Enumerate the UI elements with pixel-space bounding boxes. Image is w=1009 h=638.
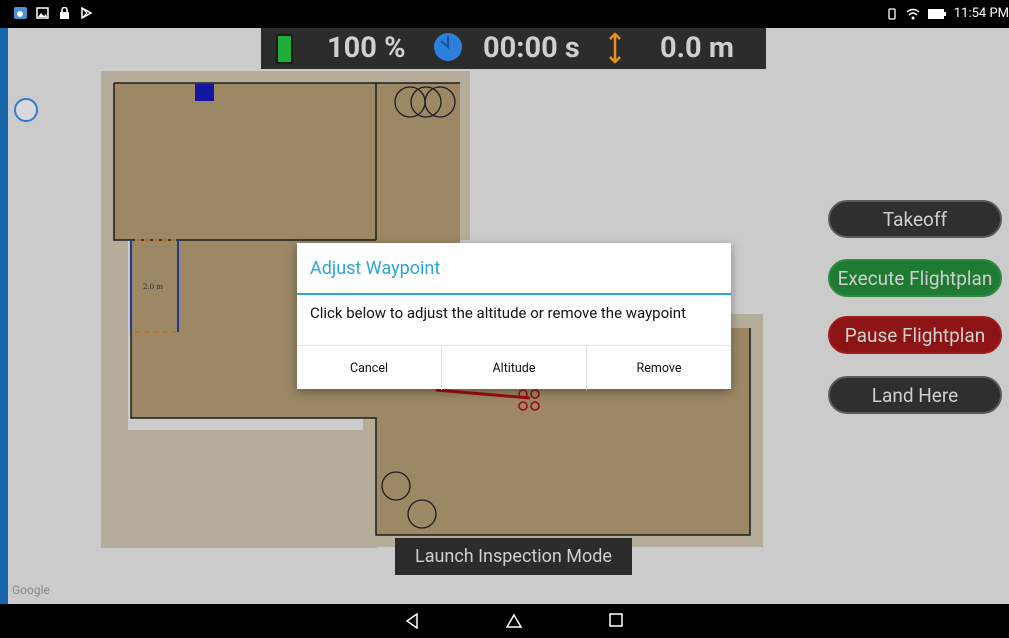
altitude-value: 0.0 m (660, 31, 735, 65)
dialog-button-bar: Cancel Altitude Remove (297, 345, 731, 390)
play-store-icon (81, 7, 93, 19)
pause-flightplan-button[interactable]: Pause Flightplan (828, 316, 1002, 354)
altitude-button[interactable]: Altitude (442, 346, 587, 390)
recents-icon[interactable] (609, 613, 623, 627)
dialog-message: Click below to adjust the altitude or re… (310, 304, 686, 322)
adjust-waypoint-dialog: Adjust Waypoint Click below to adjust th… (297, 243, 731, 390)
rotate-icon (888, 7, 896, 20)
dialog-title: Adjust Waypoint (310, 258, 441, 279)
remove-button[interactable]: Remove (587, 346, 731, 390)
wifi-icon (906, 8, 920, 19)
dialog-divider (297, 293, 731, 295)
battery-icon (927, 8, 946, 19)
google-attribution: Google (12, 583, 50, 597)
status-bar-system: 11:54 PM (886, 6, 1009, 21)
takeoff-button[interactable]: Takeoff (828, 200, 1002, 238)
cancel-button[interactable]: Cancel (297, 346, 442, 390)
battery-percent: 100 % (327, 31, 406, 65)
status-bar-notifications (14, 7, 93, 19)
home-icon[interactable] (506, 613, 522, 629)
weather-app-icon (14, 7, 27, 19)
lock-icon (60, 7, 69, 19)
navigation-bar (0, 604, 1009, 638)
telemetry-bar: 100 % 00:00 s 0.0 m (261, 28, 766, 69)
status-bar: 11:54 PM (0, 0, 1009, 28)
execute-flightplan-button[interactable]: Execute Flightplan (828, 259, 1002, 297)
status-time: 11:54 PM (953, 6, 1009, 21)
back-icon[interactable] (405, 613, 419, 629)
image-icon (36, 7, 49, 19)
flight-timer: 00:00 s (483, 31, 580, 65)
land-here-button[interactable]: Land Here (828, 376, 1002, 414)
timer-icon (434, 33, 462, 61)
launch-inspection-button[interactable]: Launch Inspection Mode (395, 538, 632, 575)
altitude-arrow-icon (609, 32, 621, 64)
compass-icon[interactable] (14, 98, 38, 122)
battery-level-icon (276, 34, 293, 64)
